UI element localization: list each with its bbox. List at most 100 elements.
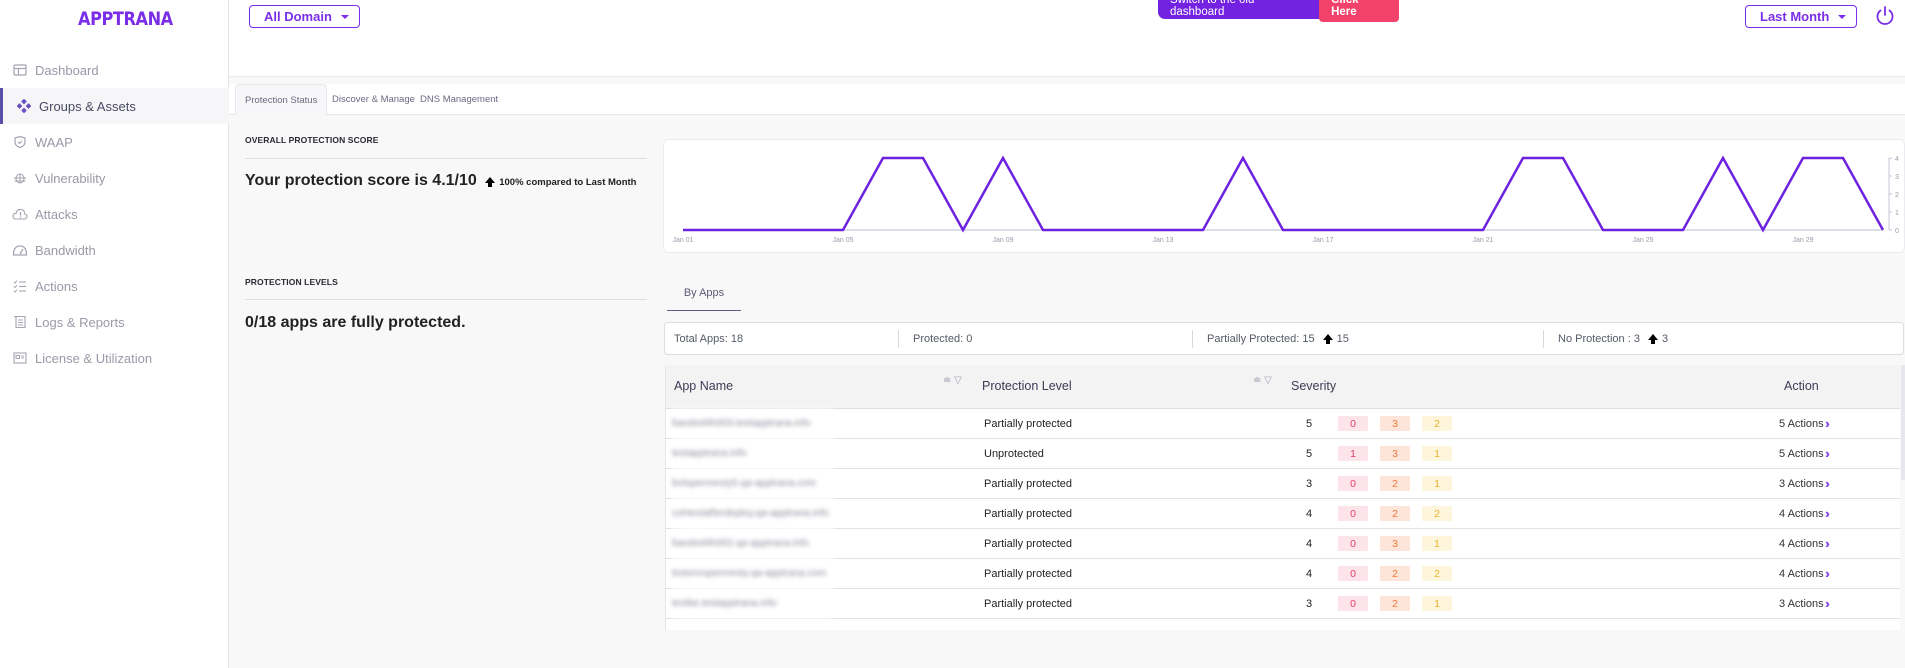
bug-icon bbox=[12, 170, 28, 186]
tab-dns-management[interactable]: DNS Management bbox=[411, 84, 507, 115]
actions-count: 5 Actions bbox=[1779, 447, 1824, 460]
app-name[interactable]: cohtestafterdeploy.qa-apptrana.info bbox=[672, 499, 834, 528]
actions-link[interactable]: 5 Actions›› bbox=[1779, 439, 1831, 468]
click-here-button[interactable]: Click Here bbox=[1319, 0, 1399, 22]
x-tick-label: Jan 05 bbox=[832, 237, 853, 244]
line-chart: 0 1 2 3 4 Jan 01 Jan 05 Jan 09 Jan 13 Jan 17 Jan 2… bbox=[672, 155, 1899, 244]
logs-icon bbox=[12, 314, 28, 330]
period-select[interactable]: Last Month bbox=[1745, 5, 1858, 28]
sidebar-item-waap[interactable]: WAAP bbox=[0, 124, 229, 160]
table-row-partial bbox=[666, 619, 1900, 630]
sidebar-item-bandwidth[interactable]: Bandwidth bbox=[0, 232, 229, 268]
domain-select[interactable]: All Domain bbox=[249, 5, 360, 28]
partially-protected: Partially Protected: 15 15 bbox=[1207, 323, 1349, 354]
app-name[interactable]: testbe.testapptrana.info bbox=[672, 589, 834, 618]
severity-critical: 0 bbox=[1338, 596, 1368, 611]
domain-select-value: All Domain bbox=[264, 9, 332, 24]
period-select-value: Last Month bbox=[1760, 9, 1830, 24]
x-tick-label: Jan 13 bbox=[1152, 237, 1173, 244]
sidebar-item-actions[interactable]: Actions bbox=[0, 268, 229, 304]
sidebar-item-license-utilization[interactable]: License & Utilization bbox=[0, 340, 229, 376]
actions-count: 3 Actions bbox=[1779, 597, 1824, 610]
sort-filter-icon[interactable]: ≐ ▽ bbox=[943, 375, 962, 386]
tab-discover-manage[interactable]: Discover & Manage bbox=[323, 84, 424, 115]
actions-count: 4 Actions bbox=[1779, 507, 1824, 520]
severity-medium: 1 bbox=[1422, 596, 1452, 611]
actions-count: 4 Actions bbox=[1779, 567, 1824, 580]
tab-by-apps[interactable]: By Apps bbox=[667, 280, 741, 311]
arrow-up-icon bbox=[1647, 333, 1658, 344]
actions-link[interactable]: 4 Actions›› bbox=[1779, 529, 1831, 558]
app-name[interactable]: banded4h003.testapptrana.info bbox=[672, 409, 834, 438]
severity-critical: 0 bbox=[1338, 416, 1368, 431]
severity-medium: 2 bbox=[1422, 416, 1452, 431]
table-row[interactable]: cohtestafterdeploy.qa-apptrana.info Parti… bbox=[666, 499, 1900, 529]
divider bbox=[1192, 330, 1193, 348]
banner-text: Switch to the old dashboard bbox=[1170, 0, 1254, 18]
actions-link[interactable]: 4 Actions›› bbox=[1779, 499, 1831, 528]
table-row[interactable]: banded4h002.qa-apptrana.info Partially pr… bbox=[666, 529, 1900, 559]
severity-critical: 0 bbox=[1338, 566, 1368, 581]
protection-level: Unprotected bbox=[984, 447, 1044, 460]
table-scrollbar[interactable] bbox=[1901, 365, 1905, 480]
chevron-down-icon bbox=[340, 14, 349, 19]
sidebar-item-logs-reports[interactable]: Logs & Reports bbox=[0, 304, 229, 340]
app-name[interactable]: botspermesty5.qa-apptrana.com bbox=[672, 469, 834, 498]
severity-medium: 2 bbox=[1422, 566, 1452, 581]
arrow-up-icon bbox=[1322, 333, 1333, 344]
severity-high: 2 bbox=[1380, 476, 1410, 491]
x-tick-label: Jan 25 bbox=[1632, 237, 1653, 244]
divider bbox=[898, 330, 899, 348]
top-bar: All Domain Switch to the old dashboard C… bbox=[229, 0, 1905, 77]
sidebar-item-dashboard[interactable]: Dashboard bbox=[0, 52, 229, 88]
actions-link[interactable]: 3 Actions›› bbox=[1779, 589, 1831, 618]
partially-protected-count: Partially Protected: 15 bbox=[1207, 332, 1315, 345]
sidebar-item-attacks[interactable]: Attacks bbox=[0, 196, 229, 232]
severity-high: 2 bbox=[1380, 596, 1410, 611]
table-row[interactable]: testbe.testapptrana.info Partially protec… bbox=[666, 589, 1900, 619]
divider bbox=[245, 158, 647, 159]
sort-filter-icon[interactable]: ≐ ▽ bbox=[1253, 375, 1272, 386]
power-icon[interactable] bbox=[1874, 5, 1896, 27]
gauge-icon bbox=[12, 242, 28, 258]
shield-icon bbox=[12, 134, 28, 150]
app-name[interactable]: testapptrana.info bbox=[672, 439, 834, 468]
actions-count: 5 Actions bbox=[1779, 417, 1824, 430]
apptrana-logo[interactable]: APPTRANA bbox=[78, 8, 173, 30]
protection-levels-label: PROTECTION LEVELS bbox=[245, 277, 338, 287]
sidebar-item-label: WAAP bbox=[35, 134, 73, 150]
checklist-icon bbox=[12, 278, 28, 294]
severity-medium: 1 bbox=[1422, 446, 1452, 461]
sidebar-item-groups-assets[interactable]: Groups & Assets bbox=[0, 88, 229, 124]
table-row[interactable]: botspermesty5.qa-apptrana.com Partially p… bbox=[666, 469, 1900, 499]
actions-count: 4 Actions bbox=[1779, 537, 1824, 550]
column-app-name[interactable]: App Name bbox=[674, 379, 733, 393]
protection-score: Your protection score is 4.1/10 100% com… bbox=[245, 172, 636, 190]
severity-total: 5 bbox=[1306, 417, 1313, 430]
table-row[interactable]: testapptrana.info Unprotected 5 1 3 1 5 Action… bbox=[666, 439, 1900, 469]
tab-protection-status[interactable]: Protection Status bbox=[235, 84, 328, 115]
no-protection: No Protection : 3 3 bbox=[1558, 323, 1668, 354]
severity-critical: 0 bbox=[1338, 536, 1368, 551]
y-tick-label: 0 bbox=[1895, 228, 1899, 235]
actions-link[interactable]: 3 Actions›› bbox=[1779, 469, 1831, 498]
table-row[interactable]: botsmrspermesty.qa-apptrana.com Partially… bbox=[666, 559, 1900, 589]
app-name[interactable]: banded4h002.qa-apptrana.info bbox=[672, 529, 834, 558]
sidebar-item-label: Groups & Assets bbox=[39, 98, 136, 114]
severity-critical: 1 bbox=[1338, 446, 1368, 461]
protection-level: Partially protected bbox=[984, 537, 1073, 550]
protection-level: Partially protected bbox=[984, 567, 1073, 580]
sidebar-item-vulnerability[interactable]: Vulnerability bbox=[0, 160, 229, 196]
column-action: Action bbox=[1784, 379, 1819, 393]
y-tick-label: 4 bbox=[1895, 156, 1899, 163]
no-protection-change: 3 bbox=[1661, 332, 1669, 345]
actions-link[interactable]: 5 Actions›› bbox=[1779, 409, 1831, 438]
protection-level: Partially protected bbox=[984, 507, 1073, 520]
app-name[interactable]: botsmrspermesty.qa-apptrana.com bbox=[672, 559, 834, 588]
actions-link[interactable]: 4 Actions›› bbox=[1779, 559, 1831, 588]
table-row[interactable]: banded4h003.testapptrana.info Partially p… bbox=[666, 409, 1900, 439]
column-protection-level[interactable]: Protection Level bbox=[982, 379, 1072, 393]
dashboard-icon bbox=[12, 62, 28, 78]
protection-score-text: Your protection score is 4.1/10 bbox=[245, 172, 477, 189]
chevron-down-icon bbox=[1838, 14, 1847, 19]
